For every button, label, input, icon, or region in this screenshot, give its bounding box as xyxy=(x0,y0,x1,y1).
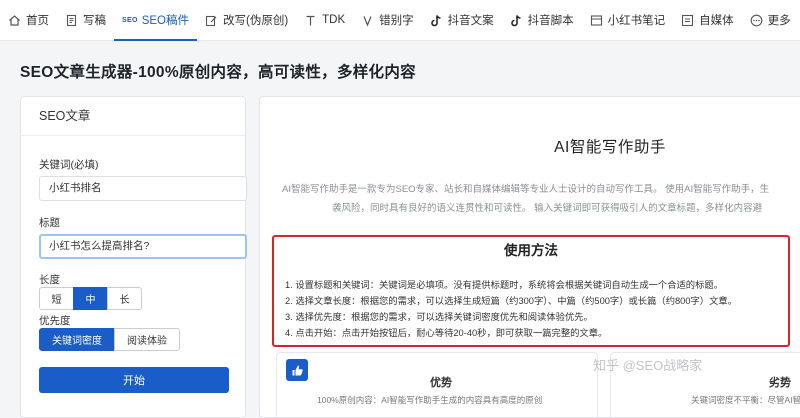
keyword-label: 关键词(必填) xyxy=(39,159,99,171)
page-title: SEO文章生成器-100%原创内容，高可读性，多样化内容 xyxy=(20,64,416,81)
nav-label: SEO稿件 xyxy=(141,15,189,27)
assistant-title: AI智能写作助手 xyxy=(554,139,666,156)
more-icon xyxy=(750,14,763,27)
nav-item-typo[interactable]: 错别字 xyxy=(353,0,422,40)
seo-form-panel: SEO文章 关键词(必填) 小红书排名 标题 小红书怎么提高排名? 长度 短 中… xyxy=(20,96,247,418)
panel-title: SEO文章 xyxy=(21,97,245,136)
usage-step: 2. 选择文章长度：根据您的需求，可以选择生成短篇（约300字）、中篇（约500… xyxy=(285,296,737,306)
length-option-medium[interactable]: 中 xyxy=(73,287,108,310)
start-button[interactable]: 开始 xyxy=(39,367,229,393)
nav-label: 写稿 xyxy=(83,15,106,27)
typo-icon xyxy=(361,14,374,27)
usage-step: 4. 点击开始：点击开始按钮后，耐心等待20-40秒，即可获取一篇完整的文章。 xyxy=(285,328,608,338)
advantages-card: 优势 100%原创内容：AI智能写作助手生成的内容具有高度的原创 xyxy=(276,352,598,417)
nav-item-tdk[interactable]: TDK xyxy=(296,0,353,40)
assistant-panel: AI智能写作助手 AI智能写作助手是一款专为SEO专家、站长和自媒体编辑等专业人… xyxy=(259,96,800,418)
priority-option-keyword-density[interactable]: 关键词密度 xyxy=(39,328,115,351)
thumbs-up-icon xyxy=(286,359,308,381)
edit-icon xyxy=(205,14,218,27)
tiktok-icon xyxy=(510,14,523,27)
length-label: 长度 xyxy=(39,274,60,286)
media-icon xyxy=(681,14,694,27)
title-input[interactable]: 小红书怎么提高排名? xyxy=(39,234,247,259)
nav-label: TDK xyxy=(322,14,346,26)
length-option-long[interactable]: 长 xyxy=(107,287,142,310)
assistant-description-line: AI智能写作助手是一款专为SEO专家、站长和自媒体编辑等专业人士设计的自动写作工… xyxy=(282,184,770,195)
nav-item-draft[interactable]: 写稿 xyxy=(57,0,114,40)
priority-label: 优先度 xyxy=(39,315,71,327)
top-nav: 首页 写稿 SEO SEO稿件 改写(伪原创) TDK 错别字 抖音文案 抖音脚… xyxy=(0,0,800,41)
watermark: 知乎 @SEO战略家 xyxy=(593,358,703,373)
nav-item-douyin-script[interactable]: 抖音脚本 xyxy=(502,0,582,40)
seo-icon: SEO xyxy=(122,16,138,24)
usage-step: 3. 选择优先度：根据您的需求，可以选择关键词密度优先和阅读体验优先。 xyxy=(285,312,593,322)
nav-label: 抖音脚本 xyxy=(527,15,574,27)
notebook-icon xyxy=(590,14,603,27)
nav-item-more[interactable]: 更多 xyxy=(742,0,799,40)
priority-option-reading[interactable]: 阅读体验 xyxy=(114,328,180,351)
disadvantages-title: 劣势 xyxy=(769,377,791,389)
title-label: 标题 xyxy=(39,217,60,229)
nav-item-rewrite[interactable]: 改写(伪原创) xyxy=(197,0,296,40)
nav-item-xiaohongshu[interactable]: 小红书笔记 xyxy=(582,0,674,40)
advantages-text: 100%原创内容：AI智能写作助手生成的内容具有高度的原创 xyxy=(317,395,543,405)
nav-label: 抖音文案 xyxy=(447,15,494,27)
advantages-title: 优势 xyxy=(430,377,452,389)
length-option-short[interactable]: 短 xyxy=(39,287,74,310)
usage-box: 使用方法 1. 设置标题和关键词：关键词是必填项。没有提供标题时，系统将会根据关… xyxy=(272,235,790,347)
nav-label: 小红书笔记 xyxy=(607,15,666,27)
nav-label: 更多 xyxy=(767,15,791,27)
usage-title: 使用方法 xyxy=(504,243,558,258)
document-icon xyxy=(65,14,78,27)
length-selector: 短 中 长 xyxy=(39,287,142,310)
nav-label: 错别字 xyxy=(379,15,414,27)
nav-item-seo[interactable]: SEO SEO稿件 xyxy=(114,0,197,41)
keyword-input[interactable]: 小红书排名 xyxy=(39,176,247,201)
nav-item-douyin-copy[interactable]: 抖音文案 xyxy=(422,0,502,40)
tiktok-icon xyxy=(430,14,443,27)
disadvantages-text: 关键词密度不平衡：尽管AI智能写作 xyxy=(691,395,800,405)
assistant-description-line: 袭风险，同时具有良好的语义连贯性和可读性。 输入关键词即可获得吸引人的文章标题，… xyxy=(332,203,763,214)
home-icon xyxy=(8,14,21,27)
nav-label: 首页 xyxy=(26,15,49,27)
priority-selector: 关键词密度 阅读体验 xyxy=(39,328,180,351)
nav-item-media[interactable]: 自媒体 xyxy=(673,0,742,40)
nav-label: 改写(伪原创) xyxy=(222,15,289,27)
usage-step: 1. 设置标题和关键词：关键词是必填项。没有提供标题时，系统将会根据关键词自动生… xyxy=(285,280,723,290)
nav-item-home[interactable]: 首页 xyxy=(0,0,57,40)
nav-label: 自媒体 xyxy=(699,15,734,27)
text-t-icon xyxy=(304,14,317,27)
